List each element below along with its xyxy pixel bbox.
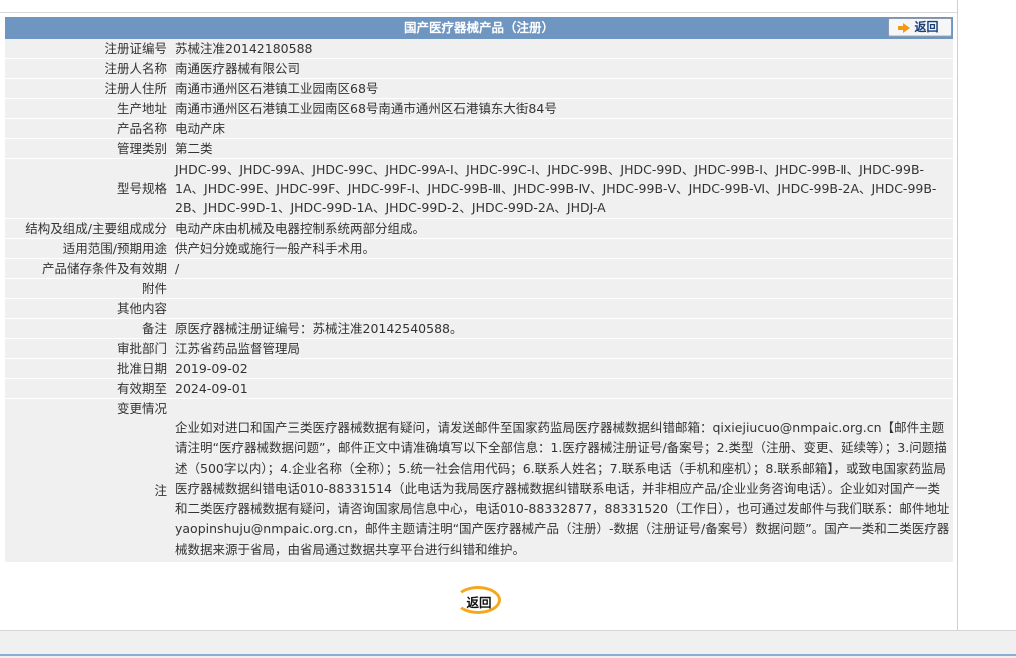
field-label: 产品名称 [116,121,167,136]
bottom-divider [0,654,1016,656]
row-registrant-name: 注册人名称 南通医疗器械有限公司 [5,59,953,79]
field-label: 附件 [141,281,167,296]
field-value: 2019-09-02 [171,359,953,378]
frame-border [957,0,958,630]
field-value: 供产妇分娩或施行一般产科手术用。 [171,239,953,258]
field-value: 南通市通州区石港镇工业园南区68号 [171,79,953,98]
note-text: 企业如对进口和国产三类医疗器械数据有疑问，请发送邮件至国家药监局医疗器械数据纠错… [171,400,953,563]
row-management-category: 管理类别 第二类 [5,139,953,159]
row-registrant-address: 注册人住所 南通市通州区石港镇工业园南区68号 [5,79,953,99]
row-other: 其他内容 [5,299,953,319]
field-label: 有效期至 [116,381,167,396]
row-remark: 备注 原医疗器械注册证编号：苏械注准20142540588。 [5,319,953,339]
field-value: / [171,259,953,278]
field-label: 型号规格 [116,181,167,196]
field-label: 适用范围/预期用途 [62,241,167,256]
row-approval-date: 批准日期 2019-09-02 [5,359,953,379]
field-label: 管理类别 [116,141,167,156]
row-scope: 适用范围/预期用途 供产妇分娩或施行一般产科手术用。 [5,239,953,259]
row-valid-until: 有效期至 2024-09-01 [5,379,953,399]
detail-panel: 国产医疗器械产品（注册） 返回 注册证编号 苏械注准20142180588 注册… [5,17,953,564]
field-label: 结构及组成/主要组成成分 [25,221,167,236]
field-label: 产品储存条件及有效期 [41,261,167,276]
field-value [171,299,953,318]
field-value: 第二类 [171,139,953,158]
back-button-top[interactable]: 返回 [888,18,952,37]
note-label: 注 [154,482,167,498]
arrow-right-icon [898,22,911,33]
field-value: JHDC-99、JHDC-99A、JHDC-99C、JHDC-99A-Ⅰ、JHD… [171,159,953,218]
field-value: 苏械注准20142180588 [171,39,953,58]
row-product-name: 产品名称 电动产床 [5,119,953,139]
title-bar: 国产医疗器械产品（注册） 返回 [5,17,953,39]
field-label: 注册证编号 [104,41,167,56]
field-value [171,279,953,298]
top-strip [0,0,958,13]
field-label: 注册人名称 [104,61,167,76]
back-button-label: 返回 [466,594,492,610]
field-value: 电动产床 [171,119,953,138]
row-approval-dept: 审批部门 江苏省药品监督管理局 [5,339,953,359]
row-structure: 结构及组成/主要组成成分 电动产床由机械及电器控制系统两部分组成。 [5,219,953,239]
field-value: 电动产床由机械及电器控制系统两部分组成。 [171,219,953,238]
field-label: 批准日期 [116,361,167,376]
row-attachment: 附件 [5,279,953,299]
field-value: 南通市通州区石港镇工业园南区68号南通市通州区石港镇东大街84号 [171,99,953,118]
field-value: 2024-09-01 [171,379,953,398]
field-label: 注册人住所 [104,81,167,96]
field-value: 原医疗器械注册证编号：苏械注准20142540588。 [171,319,953,338]
row-note: 注 企业如对进口和国产三类医疗器械数据有疑问，请发送邮件至国家药监局医疗器械数据… [5,400,953,564]
field-label: 生产地址 [116,101,167,116]
field-value: 江苏省药品监督管理局 [171,339,953,358]
row-model-spec: 型号规格 JHDC-99、JHDC-99A、JHDC-99C、JHDC-99A-… [5,159,953,219]
field-label: 备注 [141,321,167,336]
row-registration-no: 注册证编号 苏械注准20142180588 [5,39,953,59]
page-title: 国产医疗器械产品（注册） [403,20,554,35]
back-button-label: 返回 [914,20,939,34]
row-production-address: 生产地址 南通市通州区石港镇工业园南区68号南通市通州区石港镇东大街84号 [5,99,953,119]
field-label: 审批部门 [116,341,167,356]
row-storage: 产品储存条件及有效期 / [5,259,953,279]
field-value: 南通医疗器械有限公司 [171,59,953,78]
field-label: 其他内容 [116,301,167,316]
back-button-bottom[interactable]: 返回 [455,586,503,616]
